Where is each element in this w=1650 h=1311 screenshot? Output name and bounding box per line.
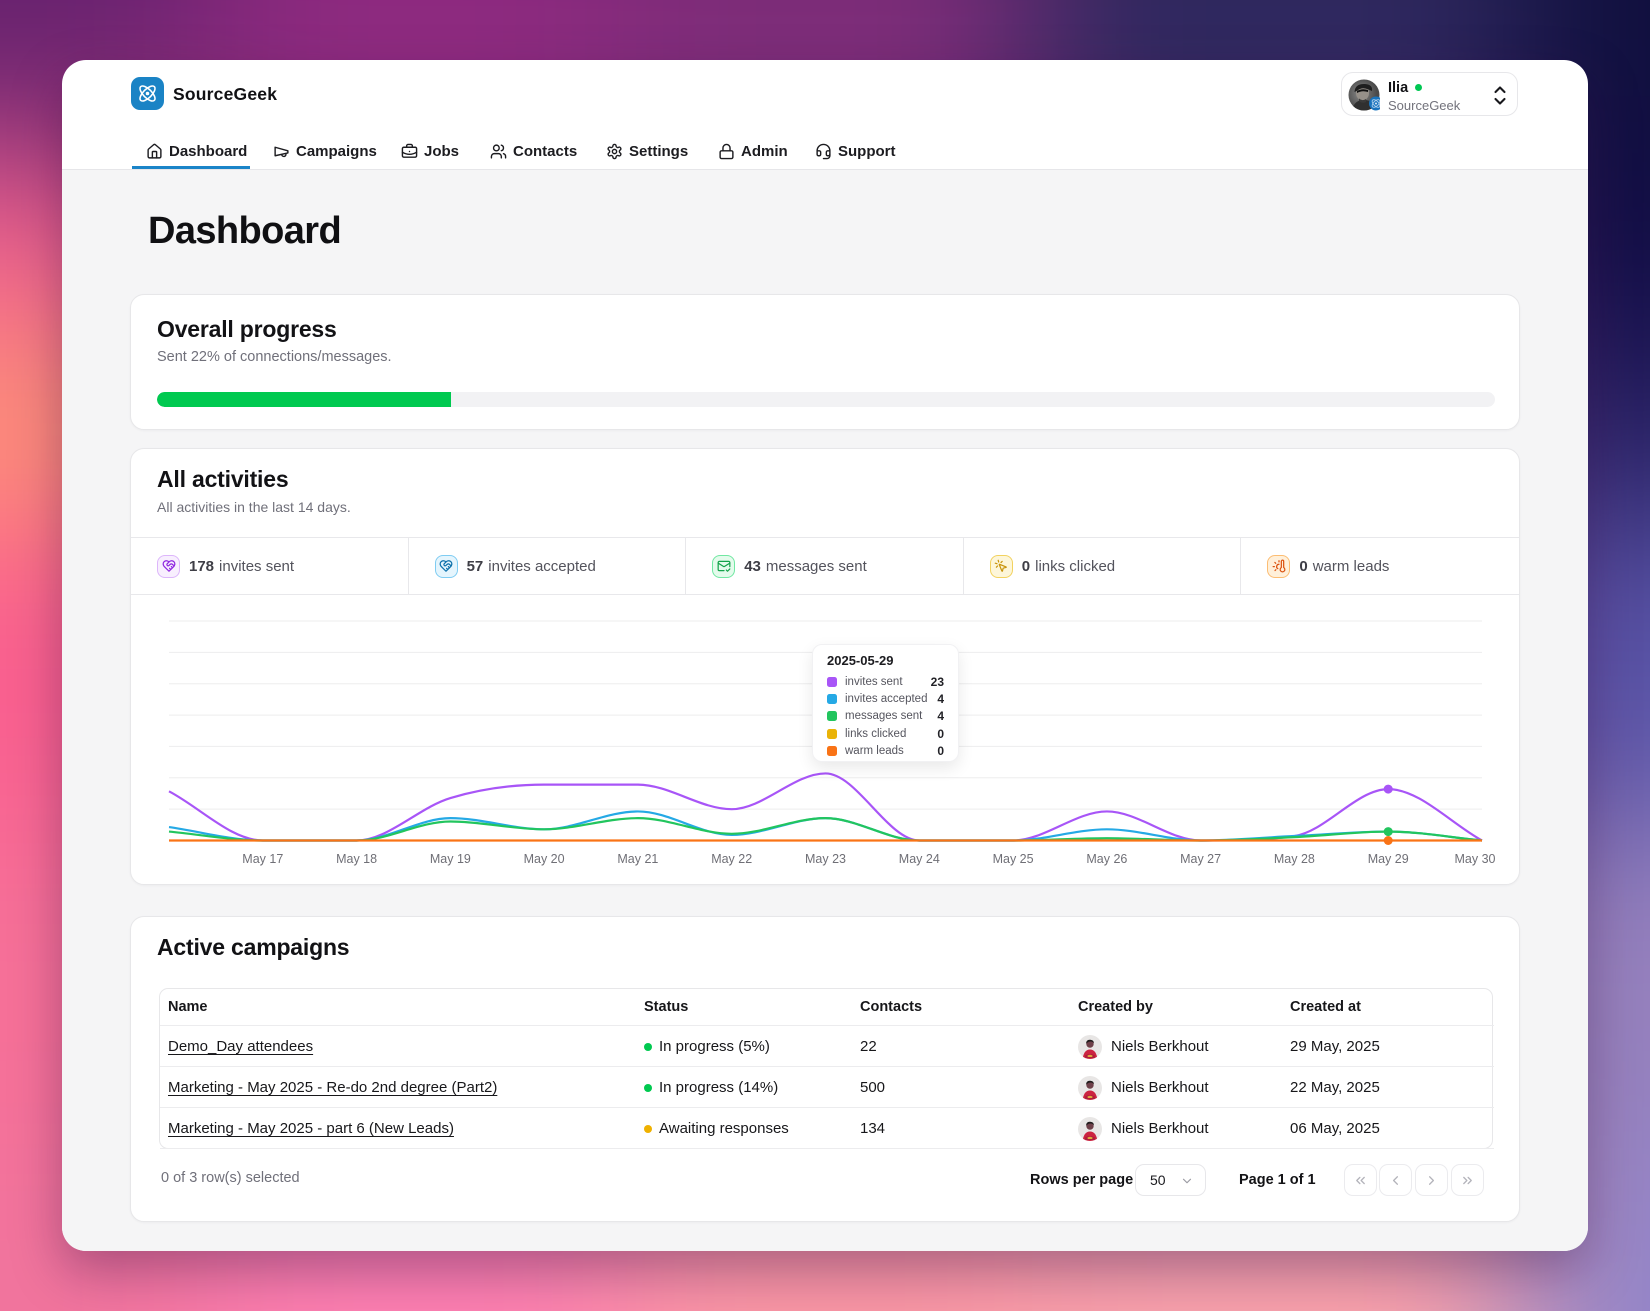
svg-text:May 23: May 23 xyxy=(805,852,846,866)
svg-text:May 18: May 18 xyxy=(336,852,377,866)
svg-text:May 30: May 30 xyxy=(1455,852,1496,866)
svg-text:May 24: May 24 xyxy=(899,852,940,866)
svg-text:May 19: May 19 xyxy=(430,852,471,866)
svg-text:May 20: May 20 xyxy=(524,852,565,866)
svg-text:May 21: May 21 xyxy=(617,852,658,866)
svg-text:May 29: May 29 xyxy=(1368,852,1409,866)
svg-text:May 25: May 25 xyxy=(993,852,1034,866)
svg-text:May 28: May 28 xyxy=(1274,852,1315,866)
svg-text:May 17: May 17 xyxy=(242,852,283,866)
svg-text:May 27: May 27 xyxy=(1180,852,1221,866)
svg-text:May 26: May 26 xyxy=(1086,852,1127,866)
svg-text:May 22: May 22 xyxy=(711,852,752,866)
